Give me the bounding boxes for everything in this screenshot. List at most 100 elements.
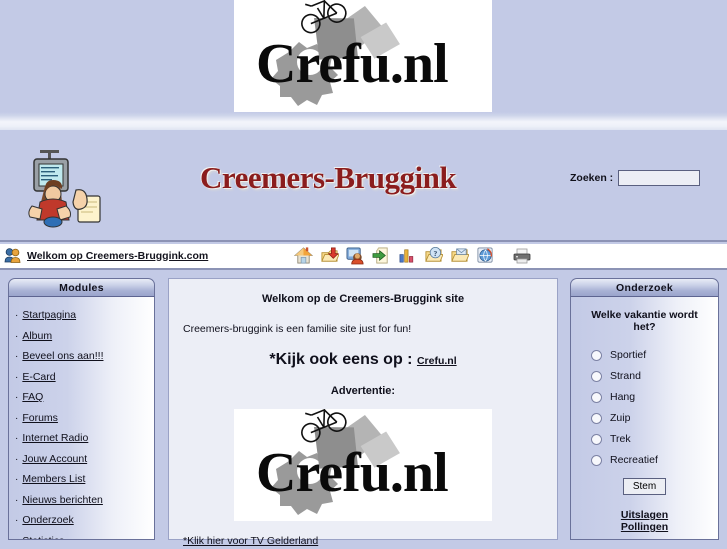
radio-button[interactable]: [591, 391, 602, 403]
radio-button[interactable]: [591, 412, 602, 424]
sidebar-item-label[interactable]: Internet Radio: [22, 432, 88, 444]
sidebar-item-faq[interactable]: · FAQ: [15, 391, 154, 403]
poll-option-label: Hang: [610, 391, 636, 403]
poll-submit-button[interactable]: Stem: [622, 478, 667, 495]
radio-button[interactable]: [591, 454, 602, 466]
site-logo-banner[interactable]: Crefu.nl: [234, 0, 492, 112]
welcome-link[interactable]: Welkom op Creemers-Bruggink.com: [27, 250, 208, 262]
poll-option[interactable]: Hang: [581, 391, 708, 403]
people-icon: [4, 248, 21, 263]
main-content-body: Welkom op de Creemers-Bruggink site Cree…: [168, 278, 558, 547]
user-account-icon[interactable]: [346, 246, 365, 265]
sidebar-item-beveel-ons-aan[interactable]: · Beveel ons aan!!!: [15, 350, 154, 362]
poll-option-label: Recreatief: [610, 454, 658, 466]
sidebar-item-forums[interactable]: · Forums: [15, 412, 154, 424]
site-title: Creemers-Bruggink: [200, 160, 457, 195]
web-globe-icon[interactable]: [476, 246, 495, 265]
poll-option[interactable]: Trek: [581, 433, 708, 445]
kijk-prefix: *Kijk ook eens op :: [269, 351, 413, 368]
poll-submit-container: Stem: [581, 478, 708, 495]
poll-option[interactable]: Zuip: [581, 412, 708, 424]
list-bullet: ·: [15, 310, 19, 321]
list-bullet: ·: [15, 433, 19, 444]
sidebar-item-label[interactable]: Beveel ons aan!!!: [22, 350, 103, 362]
poll-question: Welke vakantie wordt het?: [591, 309, 698, 333]
tv-gelderland-link[interactable]: *Klik hier voor TV Gelderland: [183, 535, 318, 547]
advertentie-label: Advertentie:: [330, 385, 396, 397]
sidebar-item-jouw-account[interactable]: · Jouw Account: [15, 453, 154, 465]
svg-text:?: ?: [434, 249, 438, 258]
modules-title: Modules: [59, 281, 104, 294]
sidebar-item-label[interactable]: Members List: [22, 473, 85, 485]
sidebar-item-album[interactable]: · Album: [15, 330, 154, 342]
mascot-computer-user-icon: [28, 150, 101, 228]
radio-button[interactable]: [591, 433, 602, 445]
sidebar-item-nieuws-berichten[interactable]: · Nieuws berichten: [15, 494, 154, 506]
poll-option-label: Strand: [610, 370, 641, 382]
poll-option[interactable]: Strand: [581, 370, 708, 382]
poll-results-links: Uitslagen Pollingen: [581, 509, 708, 533]
sidebar-item-label[interactable]: FAQ: [22, 391, 43, 403]
poll-panel: Onderzoek Welke vakantie wordt het? Spor…: [570, 278, 719, 540]
toolbar-welcome-group: Welkom op Creemers-Bruggink.com: [4, 247, 208, 264]
sidebar-item-statistics[interactable]: · Statistics: [15, 535, 154, 540]
printer-icon-container[interactable]: [512, 248, 532, 264]
header-divider: [0, 112, 727, 130]
search-area: Zoeken :: [570, 170, 701, 186]
sidebar-item-onderzoek[interactable]: · Onderzoek: [15, 514, 154, 526]
sidebar-item-e-card[interactable]: · E-Card: [15, 371, 154, 383]
list-bullet: ·: [15, 494, 19, 506]
kijk-line: *Kijk ook eens op : Crefu.nl: [183, 351, 543, 369]
faq-help-icon[interactable]: ?: [424, 246, 443, 265]
sidebar-item-label[interactable]: Jouw Account: [22, 453, 87, 465]
page-title: Welkom op de Creemers-Bruggink site: [261, 293, 465, 305]
list-bullet: ·: [15, 536, 18, 540]
sidebar-item-label[interactable]: Statistics: [22, 535, 64, 540]
sidebar-item-label[interactable]: Nieuws berichten: [22, 494, 103, 506]
site-title-container: Creemers-Bruggink: [200, 160, 500, 212]
radio-button[interactable]: [591, 349, 602, 361]
sidebar-item-label[interactable]: Album: [22, 330, 52, 342]
sidebar-item-label[interactable]: E-Card: [22, 371, 55, 383]
ecard-envelope-icon[interactable]: [450, 246, 469, 265]
list-bullet: ·: [15, 515, 19, 526]
site-header: Creemers-Bruggink Zoeken :: [0, 130, 727, 242]
home-icon[interactable]: [294, 246, 313, 265]
search-input[interactable]: [618, 170, 701, 186]
poll-panel-header: Onderzoek: [570, 278, 719, 297]
statistics-chart-icon[interactable]: [398, 246, 417, 265]
poll-option-label: Trek: [610, 433, 631, 445]
toolbar-icon-group: ?: [294, 246, 495, 265]
list-bullet: ·: [15, 330, 19, 342]
poll-option[interactable]: Sportief: [581, 349, 708, 361]
intro-text: Creemers-bruggink is een familie site ju…: [183, 323, 412, 335]
list-bullet: ·: [15, 392, 19, 403]
sidebar-item-label[interactable]: Startpagina: [22, 309, 76, 321]
top-banner: Crefu.nl: [0, 0, 727, 112]
crefu-logo-text: Crefu.nl: [256, 33, 449, 95]
poll-title: Onderzoek: [616, 281, 673, 294]
modules-panel: Modules · Startpagina · Album · Beveel ons aa…: [8, 278, 155, 540]
sidebar-item-internet-radio[interactable]: · Internet Radio: [15, 432, 154, 444]
search-label: Zoeken :: [570, 172, 614, 184]
list-bullet: ·: [15, 474, 19, 485]
login-arrow-icon[interactable]: [372, 246, 391, 265]
printer-icon[interactable]: [512, 248, 532, 264]
radio-button[interactable]: [591, 370, 602, 382]
poll-body: Welke vakantie wordt het? Sportief Strand…: [570, 297, 719, 540]
sidebar-item-label[interactable]: Forums: [22, 412, 58, 424]
modules-list: · Startpagina · Album · Beveel ons aan!!! · E-C…: [8, 297, 155, 540]
main-toolbar: Welkom op Creemers-Bruggink.com ?: [0, 244, 727, 270]
sidebar-item-startpagina[interactable]: · Startpagina: [15, 309, 154, 321]
crefu-external-link[interactable]: Crefu.nl: [417, 355, 457, 367]
list-bullet: ·: [15, 412, 19, 424]
sidebar-item-members-list[interactable]: · Members List: [15, 473, 154, 485]
poll-option[interactable]: Recreatief: [581, 454, 708, 466]
sidebar-item-label[interactable]: Onderzoek: [22, 514, 73, 526]
inbox-download-icon[interactable]: [320, 246, 339, 265]
crefu-ad-text: Crefu.nl: [256, 442, 449, 504]
advertisement-banner[interactable]: Crefu.nl: [234, 409, 492, 521]
poll-pollingen-link[interactable]: Pollingen: [581, 521, 708, 533]
list-bullet: ·: [15, 351, 19, 362]
poll-results-link[interactable]: Uitslagen: [581, 509, 708, 521]
